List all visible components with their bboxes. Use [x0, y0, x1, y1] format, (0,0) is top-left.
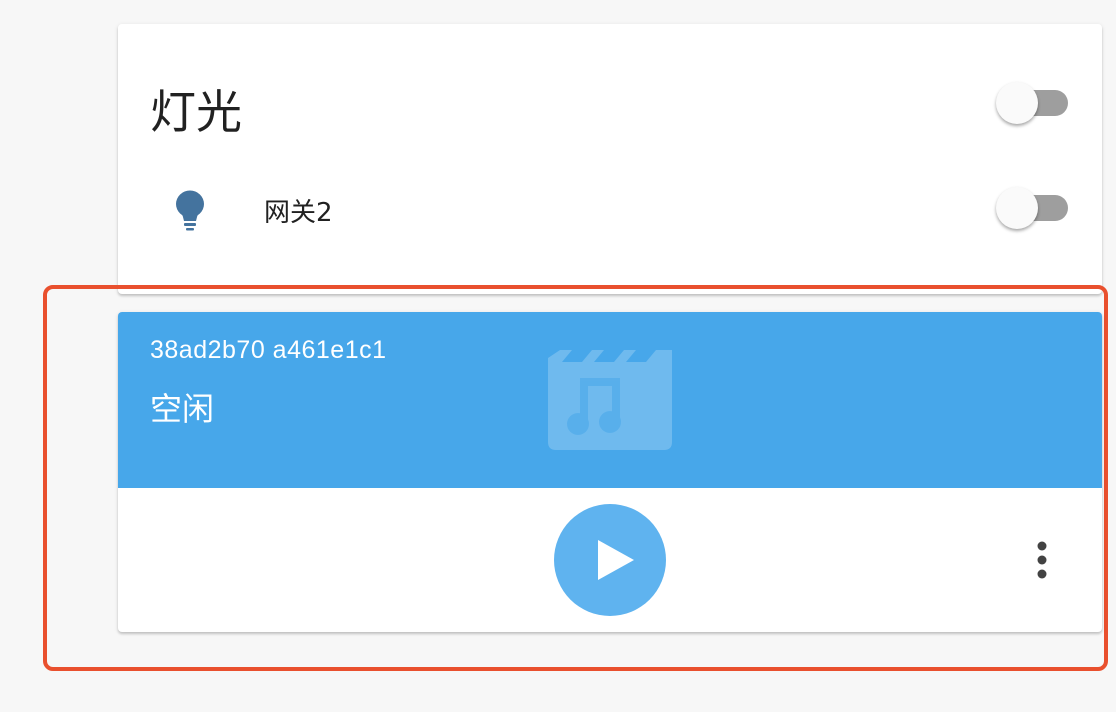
media-player-card: 38ad2b70 a461e1c1 空闲	[118, 312, 1102, 632]
media-state: 空闲	[150, 390, 215, 428]
toggle-thumb	[996, 82, 1038, 124]
play-button[interactable]	[554, 504, 666, 616]
media-banner[interactable]: 38ad2b70 a461e1c1 空闲	[118, 312, 1102, 488]
play-icon	[598, 540, 634, 580]
entity-name[interactable]: 网关2	[264, 192, 333, 229]
movie-music-icon	[548, 350, 672, 450]
group-toggle-switch[interactable]	[996, 82, 1070, 124]
toggle-thumb	[996, 187, 1038, 229]
lights-card: 灯光 网关2	[118, 24, 1102, 294]
card-title: 灯光	[150, 85, 242, 139]
lightbulb-icon[interactable]	[172, 190, 208, 232]
entity-toggle-switch[interactable]	[996, 187, 1070, 229]
more-vertical-icon[interactable]	[1026, 540, 1058, 580]
media-entity-id: 38ad2b70 a461e1c1	[150, 336, 387, 364]
